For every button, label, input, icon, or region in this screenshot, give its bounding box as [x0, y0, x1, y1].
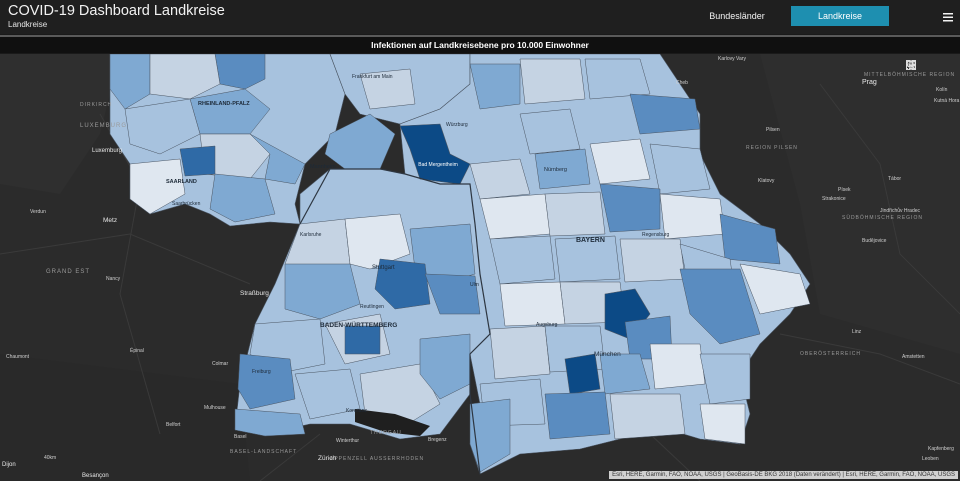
city-epinal: Épinal — [130, 348, 144, 354]
city-cheb: Cheb — [676, 80, 688, 86]
city-winterthur: Winterthur — [336, 438, 360, 444]
city-jindrichuv: Jindřichův Hradec — [880, 208, 921, 214]
district-karlsruhe: Karlsruhe — [300, 232, 322, 238]
district-frankfurt: Frankfurt am Main — [352, 74, 393, 80]
app-title: COVID-19 Dashboard Landkreise — [8, 3, 225, 19]
district-bad-mergentheim: Bad Mergentheim — [418, 162, 458, 168]
city-leoben: Leoben — [922, 456, 939, 462]
district-mannheim: Mannheim — [310, 164, 336, 170]
district-ulm: Ulm — [470, 282, 479, 288]
city-verdun: Verdun — [30, 209, 46, 215]
map-view[interactable]: BAYERN BADEN-WÜRTTEMBERG SAARLAND RHEINL… — [0, 54, 960, 481]
district-freiburg: Freiburg — [252, 369, 271, 375]
nav-bundeslaender-button[interactable]: Bundesländer — [702, 6, 772, 26]
district-konstanz: Konstanz — [346, 408, 367, 414]
app-subtitle: Landkreise — [8, 20, 48, 29]
district-reutlingen: Reutlingen — [360, 304, 384, 310]
label-suedboehmische: SÜDBÖHMISCHE REGION — [842, 215, 923, 221]
city-metz: Metz — [103, 217, 118, 224]
list-icon[interactable] — [906, 60, 932, 70]
label-baden-wuerttemberg: BADEN-WÜRTTEMBERG — [320, 322, 398, 329]
district-augsburg: Augsburg — [536, 322, 558, 328]
label-saarland: SAARLAND — [166, 179, 197, 185]
hamburger-icon[interactable] — [942, 10, 954, 22]
city-pilsen: Pilsen — [766, 127, 780, 133]
panel-title: Infektionen auf Landkreisebene pro 10.00… — [0, 37, 960, 53]
label-bayern: BAYERN — [576, 237, 605, 244]
district-nuernberg: Nürnberg — [544, 167, 567, 173]
city-strassburg: Straßburg — [240, 290, 269, 297]
label-dirkirch: DIRKIRCH — [80, 102, 113, 108]
city-zuerich: Zürich — [318, 455, 337, 462]
choropleth-map[interactable] — [0, 54, 960, 481]
city-amstetten: Amstetten — [902, 354, 925, 360]
grid-icon[interactable] — [906, 60, 948, 70]
label-appenzell: APPENZELL AUSSERRHODEN — [330, 456, 425, 462]
city-strakonice: Strakonice — [822, 196, 846, 202]
city-kolin: Kolín — [936, 87, 948, 93]
city-tabor: Tábor — [888, 176, 902, 182]
city-linz: Linz — [852, 329, 862, 335]
district-stuttgart: Stuttgart — [372, 265, 395, 271]
app-header: COVID-19 Dashboard Landkreise Landkreise… — [0, 0, 960, 34]
label-rheinland-pfalz: RHEINLAND-PFALZ — [198, 101, 250, 107]
label-thurgau: THURGAU — [370, 430, 402, 436]
nav-landkreise-button[interactable]: Landkreise — [791, 6, 889, 26]
map-scale: 40km — [44, 455, 57, 461]
city-budejovice: Budějovice — [862, 238, 887, 244]
city-klatovy: Klatovy — [758, 178, 775, 184]
city-belfort: Belfort — [166, 422, 181, 428]
label-luxemburg-region: LUXEMBURG — [80, 123, 128, 129]
city-nancy: Nancy — [106, 276, 121, 282]
district-wuerzburg: Würzburg — [446, 122, 468, 128]
city-karlovy-vary: Karlovy Vary — [718, 56, 746, 62]
city-chaumont: Chaumont — [6, 354, 30, 360]
city-kapfenberg: Kapfenberg — [928, 446, 954, 452]
city-besancon: Besançon — [82, 473, 109, 479]
city-colmar: Colmar — [212, 361, 229, 367]
city-mulhouse: Mulhouse — [204, 405, 226, 411]
label-grand-est: GRAND EST — [46, 269, 91, 275]
label-region-pilsen: REGION PILSEN — [746, 145, 798, 151]
map-toolbar — [906, 60, 948, 70]
label-oberoesterreich: OBERÖSTERREICH — [800, 351, 861, 357]
district-saarbruecken: Saarbrücken — [172, 201, 201, 207]
city-kutna-hora: Kutná Hora — [934, 98, 960, 104]
map-attribution[interactable]: Esri, HERE, Garmin, FAO, NOAA, USGS | Ge… — [609, 471, 958, 479]
district-muenchen: München — [594, 351, 621, 358]
city-bregenz: Bregenz — [428, 437, 447, 443]
city-prag: Prag — [862, 79, 877, 86]
label-basel-landschaft: BASEL-LANDSCHAFT — [230, 449, 298, 455]
district-regensburg: Regensburg — [642, 232, 670, 238]
city-luxemburg: Luxemburg — [92, 148, 123, 154]
city-basel: Basel — [234, 434, 247, 440]
city-dijon: Dijon — [2, 462, 16, 468]
city-pisek: Písek — [838, 187, 851, 193]
label-mittelboehmische: MITTELBÖHMISCHE REGION — [864, 72, 956, 78]
